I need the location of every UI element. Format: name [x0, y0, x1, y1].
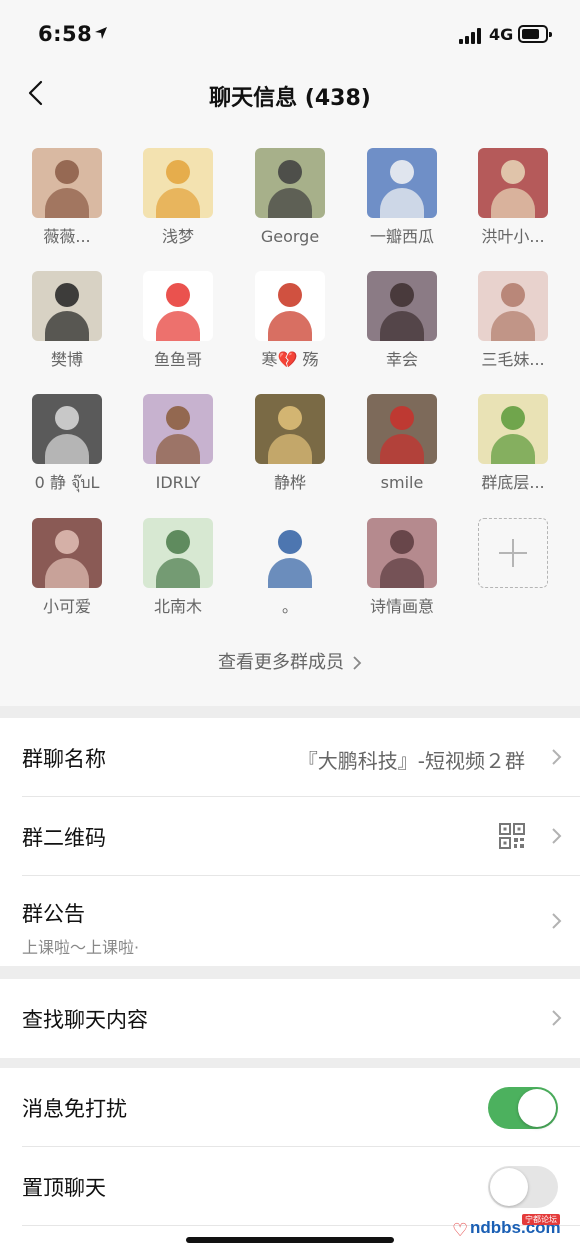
group-name-value: 『大鹏科技』-短视频２群	[297, 749, 525, 773]
member-avatar	[143, 518, 213, 588]
member-name: 0 静 จุ๊บL	[34, 473, 100, 492]
member-cell[interactable]: 静桦	[235, 394, 345, 494]
member-name: 薇薇...	[43, 227, 91, 246]
member-name: 小可爱	[42, 597, 91, 616]
qr-code-icon	[499, 823, 525, 849]
member-avatar	[367, 518, 437, 588]
member-avatar	[32, 518, 102, 588]
member-name: 三毛妹...	[481, 350, 545, 369]
member-avatar	[143, 148, 213, 218]
watermark-badge: 宁都论坛	[522, 1214, 560, 1225]
member-cell[interactable]: 薇薇...	[12, 148, 122, 248]
member-cell[interactable]: 0 静 จุ๊บL	[12, 394, 122, 494]
group-notice-label: 群公告	[22, 902, 85, 926]
member-avatar	[255, 148, 325, 218]
member-name: 静桦	[273, 473, 306, 492]
member-cell[interactable]: IDRLY	[123, 394, 233, 494]
member-avatar	[32, 394, 102, 464]
member-cell[interactable]: 群底层...	[458, 394, 568, 494]
member-cell[interactable]: 小可爱	[12, 518, 122, 618]
member-cell[interactable]: George	[235, 148, 345, 248]
status-time: 6:58	[38, 22, 93, 46]
group-qr-row[interactable]: 群二维码	[22, 797, 580, 876]
heart-logo-icon: ♡	[452, 1220, 469, 1241]
member-avatar	[255, 394, 325, 464]
member-cell[interactable]: 洪叶小...	[458, 148, 568, 248]
member-name: smile	[380, 473, 424, 492]
chevron-right-icon	[552, 749, 562, 765]
member-cell[interactable]: smile	[347, 394, 457, 494]
member-avatar	[32, 271, 102, 341]
group-name-row[interactable]: 群聊名称 『大鹏科技』-短视频２群	[22, 718, 580, 797]
page-title: 聊天信息 (438)	[209, 86, 371, 111]
group-qr-label: 群二维码	[22, 826, 106, 850]
add-member-button[interactable]	[458, 518, 568, 588]
battery-icon	[518, 25, 552, 43]
member-name: 。	[281, 597, 298, 616]
chevron-right-icon	[353, 656, 362, 670]
home-indicator[interactable]	[186, 1237, 394, 1243]
member-name: 寒💔 殇	[261, 350, 319, 369]
view-more-members-link[interactable]: 查看更多群成员	[0, 648, 580, 674]
member-name: 幸会	[385, 350, 418, 369]
member-cell[interactable]: 一瓣西瓜	[347, 148, 457, 248]
location-arrow-icon	[95, 27, 107, 39]
search-chat-row[interactable]: 查找聊天内容	[22, 979, 580, 1058]
chevron-right-icon	[552, 913, 562, 929]
member-cell[interactable]: 鱼鱼哥	[123, 271, 233, 371]
member-name: 群底层...	[481, 473, 545, 492]
network-type: 4G	[489, 25, 514, 44]
member-avatar	[255, 271, 325, 341]
member-avatar	[478, 394, 548, 464]
member-name: 北南木	[153, 597, 202, 616]
status-bar: 6:58 4G	[0, 0, 580, 64]
pin-label: 置顶聊天	[22, 1176, 106, 1200]
member-cell[interactable]: 北南木	[123, 518, 233, 618]
member-avatar	[478, 271, 548, 341]
chevron-right-icon	[552, 828, 562, 844]
plus-icon	[478, 518, 548, 588]
chevron-right-icon	[552, 1010, 562, 1026]
member-avatar	[367, 394, 437, 464]
member-avatar	[255, 518, 325, 588]
member-name: George	[260, 227, 320, 246]
group-info-section: 群聊名称 『大鹏科技』-短视频２群 群二维码 群公告 上课啦～上课啦·	[0, 718, 580, 966]
nav-bar: 聊天信息 (438)	[0, 64, 580, 128]
member-avatar	[143, 271, 213, 341]
member-name: 洪叶小...	[481, 227, 545, 246]
mute-row: 消息免打扰	[22, 1068, 580, 1147]
group-notice-row[interactable]: 群公告 上课啦～上课啦·	[22, 876, 580, 966]
signal-icon	[459, 28, 485, 44]
member-avatar	[367, 271, 437, 341]
member-cell[interactable]: 诗情画意	[347, 518, 457, 618]
member-cell[interactable]: 三毛妹...	[458, 271, 568, 371]
member-grid: 薇薇... 浅梦 George 一瓣西瓜 洪叶小... 樊博 鱼鱼哥 寒💔 殇 幸会 三毛妹...…	[0, 128, 580, 706]
group-name-label: 群聊名称	[22, 747, 106, 771]
view-more-members-label: 查看更多群成员	[218, 652, 344, 673]
member-cell[interactable]: 幸会	[347, 271, 457, 371]
member-avatar	[367, 148, 437, 218]
member-cell[interactable]: 浅梦	[123, 148, 233, 248]
group-notice-text: 上课啦～上课啦·	[22, 938, 140, 957]
forum-watermark: ♡ ndbbs.com 宁都论坛	[452, 1214, 572, 1248]
member-cell[interactable]: 寒💔 殇	[235, 271, 345, 371]
member-name: 鱼鱼哥	[153, 350, 202, 369]
member-name: 樊博	[50, 350, 83, 369]
member-avatar	[478, 148, 548, 218]
member-name: 浅梦	[161, 227, 194, 246]
search-section: 查找聊天内容	[0, 979, 580, 1058]
member-name: 一瓣西瓜	[369, 227, 434, 246]
search-chat-label: 查找聊天内容	[22, 1008, 148, 1032]
member-name: IDRLY	[155, 473, 201, 492]
pin-toggle[interactable]	[488, 1166, 558, 1208]
member-cell[interactable]: 。	[235, 518, 345, 618]
member-name: 诗情画意	[369, 597, 434, 616]
mute-label: 消息免打扰	[22, 1097, 127, 1121]
member-avatar	[32, 148, 102, 218]
mute-toggle[interactable]	[488, 1087, 558, 1129]
member-cell[interactable]: 樊博	[12, 271, 122, 371]
member-avatar	[143, 394, 213, 464]
